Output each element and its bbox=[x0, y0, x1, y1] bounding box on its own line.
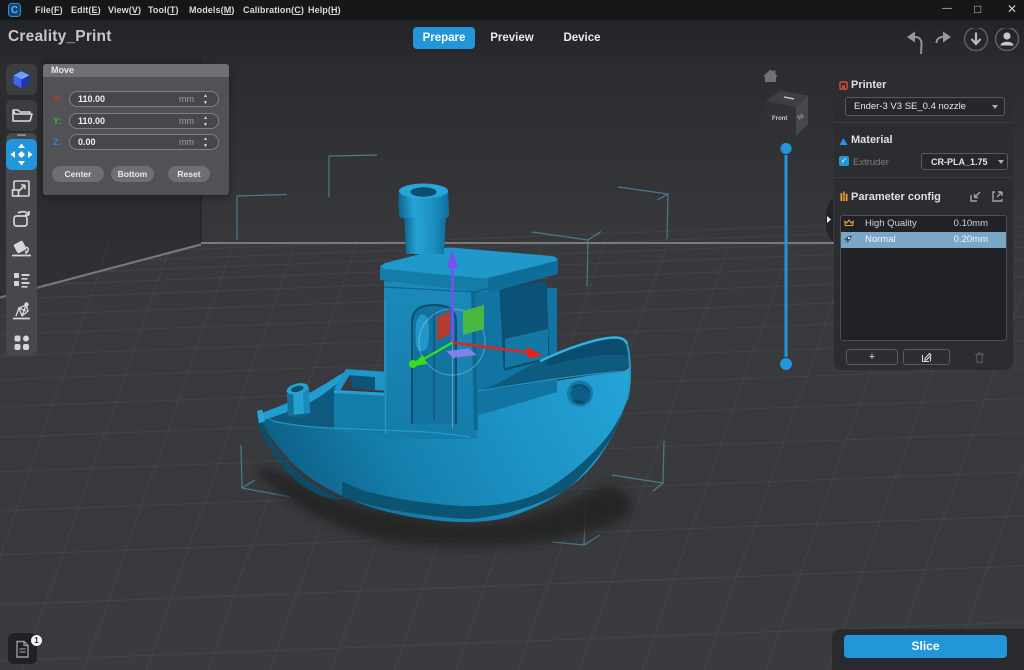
svg-text:Front: Front bbox=[772, 116, 787, 122]
